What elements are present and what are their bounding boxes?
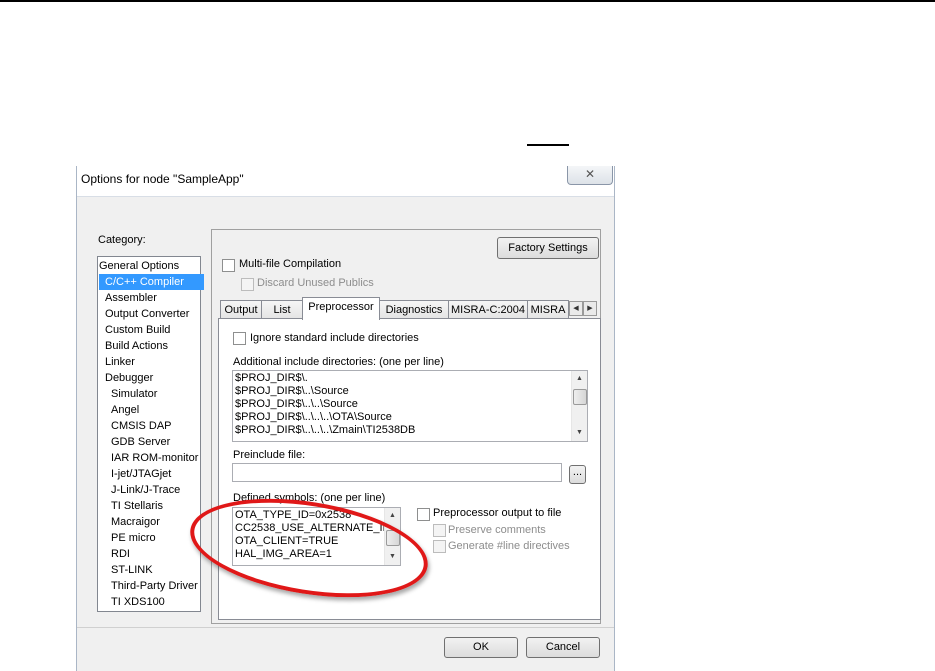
category-item[interactable]: Angel bbox=[99, 402, 139, 418]
generate-line-checkbox[interactable] bbox=[433, 540, 446, 553]
category-item[interactable]: GDB Server bbox=[99, 434, 170, 450]
tab-scroll-arrows: ◀ ▶ bbox=[569, 301, 597, 316]
scroll-up-icon[interactable]: ▲ bbox=[572, 372, 587, 386]
tab-scroll-right-icon[interactable]: ▶ bbox=[583, 301, 597, 316]
category-item[interactable]: Simulator bbox=[99, 386, 157, 402]
category-item[interactable]: ST-LINK bbox=[99, 562, 153, 578]
pp-output-label: Preprocessor output to file bbox=[433, 507, 562, 519]
category-item[interactable]: PE micro bbox=[99, 530, 156, 546]
category-item[interactable]: General Options bbox=[99, 258, 179, 274]
factory-settings-button[interactable]: Factory Settings bbox=[497, 237, 599, 259]
top-rule bbox=[0, 0, 935, 2]
tab-scroll-left-icon[interactable]: ◀ bbox=[569, 301, 583, 316]
ignore-std-checkbox[interactable] bbox=[233, 332, 246, 345]
preserve-comments-label: Preserve comments bbox=[448, 524, 546, 536]
category-item[interactable]: Build Actions bbox=[99, 338, 168, 354]
include-dir-line: $PROJ_DIR$\..\..\..\OTA\Source bbox=[235, 411, 392, 423]
category-item[interactable]: TI XDS100 bbox=[99, 594, 165, 610]
defined-symbol-line: OTA_TYPE_ID=0x2538 bbox=[235, 509, 352, 521]
tab-list[interactable]: List bbox=[261, 300, 303, 319]
multi-file-checkbox[interactable] bbox=[222, 259, 235, 272]
scroll-down-icon[interactable]: ▼ bbox=[572, 426, 587, 440]
category-item[interactable]: TI Stellaris bbox=[99, 498, 163, 514]
category-item[interactable]: Macraigor bbox=[99, 514, 160, 530]
tab-misra[interactable]: MISRA bbox=[527, 300, 569, 319]
underline-mark bbox=[527, 144, 569, 146]
tab-diagnostics[interactable]: Diagnostics bbox=[379, 300, 449, 319]
category-item[interactable]: C/C++ Compiler bbox=[99, 274, 204, 290]
category-item[interactable]: Third-Party Driver bbox=[99, 578, 198, 594]
category-label: Category: bbox=[98, 234, 146, 246]
include-dir-line: $PROJ_DIR$\..\..\Source bbox=[235, 398, 358, 410]
category-item[interactable]: IAR ROM-monitor bbox=[99, 450, 198, 466]
include-dir-line: $PROJ_DIR$\. bbox=[235, 372, 308, 384]
defined-symbol-line: OTA_CLIENT=TRUE bbox=[235, 535, 339, 547]
tab-output[interactable]: Output bbox=[220, 300, 262, 319]
scroll-down-icon[interactable]: ▼ bbox=[385, 550, 400, 564]
category-list[interactable]: General Options C/C++ Compiler Assembler Ou… bbox=[97, 256, 204, 612]
defined-symbol-line: HAL_IMG_AREA=1 bbox=[235, 548, 332, 560]
options-dialog: Options for node "SampleApp" ✕ Category:… bbox=[76, 166, 615, 671]
browse-button[interactable]: ... bbox=[569, 465, 586, 484]
include-dirs-textarea[interactable]: $PROJ_DIR$\. $PROJ_DIR$\..\Source $PROJ_DI… bbox=[232, 370, 588, 442]
ignore-std-label: Ignore standard include directories bbox=[250, 332, 419, 344]
scroll-thumb[interactable] bbox=[386, 530, 400, 546]
category-item[interactable]: Custom Build bbox=[99, 322, 170, 338]
category-item[interactable]: Linker bbox=[99, 354, 135, 370]
scroll-thumb[interactable] bbox=[573, 389, 587, 405]
category-item[interactable]: J-Link/J-Trace bbox=[99, 482, 180, 498]
preserve-comments-checkbox[interactable] bbox=[433, 524, 446, 537]
category-item[interactable]: CMSIS DAP bbox=[99, 418, 172, 434]
defined-symbol-line: CC2538_USE_ALTERNATE_II bbox=[235, 522, 386, 534]
close-button[interactable]: ✕ bbox=[567, 166, 613, 185]
multi-file-label: Multi-file Compilation bbox=[239, 258, 342, 270]
pp-output-checkbox[interactable] bbox=[417, 508, 430, 521]
button-separator bbox=[77, 627, 614, 628]
ok-button[interactable]: OK bbox=[444, 637, 518, 658]
dialog-title: Options for node "SampleApp" bbox=[81, 172, 244, 186]
discard-unused-checkbox[interactable] bbox=[241, 278, 254, 291]
title-bar: Options for node "SampleApp" ✕ bbox=[77, 166, 614, 196]
category-item[interactable]: I-jet/JTAGjet bbox=[99, 466, 171, 482]
preinclude-label: Preinclude file: bbox=[233, 449, 306, 461]
category-item[interactable]: Assembler bbox=[99, 290, 157, 306]
category-item[interactable]: Debugger bbox=[99, 370, 153, 386]
defined-symbols-label: Defined symbols: (one per line) bbox=[233, 492, 386, 504]
defined-symbols-textarea[interactable]: OTA_TYPE_ID=0x2538 CC2538_USE_ALTERNATE_I… bbox=[232, 507, 401, 566]
tab-preprocessor[interactable]: Preprocessor bbox=[302, 297, 380, 320]
tab-misra-c-2004[interactable]: MISRA-C:2004 bbox=[448, 300, 528, 319]
preprocessor-tab-content: Ignore standard include directories Addi… bbox=[218, 318, 601, 620]
include-dirs-label: Additional include directories: (one per… bbox=[233, 356, 444, 368]
category-item[interactable]: Output Converter bbox=[99, 306, 189, 322]
preinclude-input[interactable] bbox=[232, 463, 562, 482]
generate-line-label: Generate #line directives bbox=[448, 540, 570, 552]
include-dir-line: $PROJ_DIR$\..\..\..\Zmain\TI2538DB bbox=[235, 424, 416, 436]
include-dir-line: $PROJ_DIR$\..\Source bbox=[235, 385, 349, 397]
category-item[interactable]: RDI bbox=[99, 546, 130, 562]
include-dirs-scrollbar[interactable]: ▲ ▼ bbox=[571, 371, 587, 441]
defined-symbols-scrollbar[interactable]: ▲ ▼ bbox=[384, 508, 400, 565]
title-divider bbox=[77, 196, 614, 197]
discard-unused-label: Discard Unused Publics bbox=[257, 277, 374, 289]
close-icon: ✕ bbox=[584, 167, 596, 181]
scroll-up-icon[interactable]: ▲ bbox=[385, 509, 400, 523]
cancel-button[interactable]: Cancel bbox=[526, 637, 600, 658]
